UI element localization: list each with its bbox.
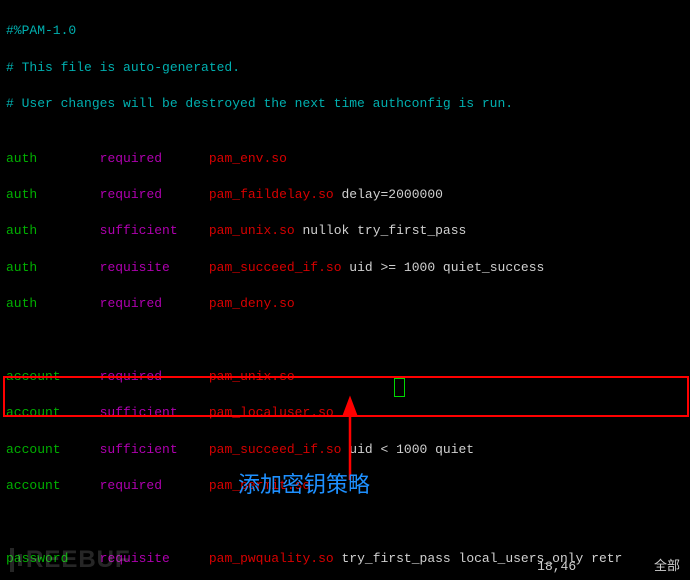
blank-line <box>6 513 684 531</box>
pam-rule: auth required pam_env.so <box>6 150 684 168</box>
pam-rule: account sufficient pam_localuser.so <box>6 404 684 422</box>
vim-status-line: 18,46 全部 <box>537 558 680 576</box>
pam-rule: auth requisite pam_succeed_if.so uid >= … <box>6 259 684 277</box>
editor-viewport[interactable]: #%PAM-1.0 # This file is auto-generated.… <box>0 0 690 580</box>
pam-rule: auth required pam_faildelay.so delay=200… <box>6 186 684 204</box>
watermark-logo: REEBUF <box>10 543 131 577</box>
pam-rule: auth required pam_deny.so <box>6 295 684 313</box>
pam-rule: auth sufficient pam_unix.so nullok try_f… <box>6 222 684 240</box>
comment-line: #%PAM-1.0 <box>6 22 684 40</box>
comment-line: # This file is auto-generated. <box>6 59 684 77</box>
cursor-position: 18,46 <box>537 558 576 576</box>
blank-line <box>6 331 684 349</box>
scroll-indicator: 全部 <box>654 558 680 576</box>
comment-line: # User changes will be destroyed the nex… <box>6 95 684 113</box>
pam-rule: account sufficient pam_succeed_if.so uid… <box>6 441 684 459</box>
pam-rule: account required pam_permit.so <box>6 477 684 495</box>
pam-rule: account required pam_unix.so <box>6 368 684 386</box>
